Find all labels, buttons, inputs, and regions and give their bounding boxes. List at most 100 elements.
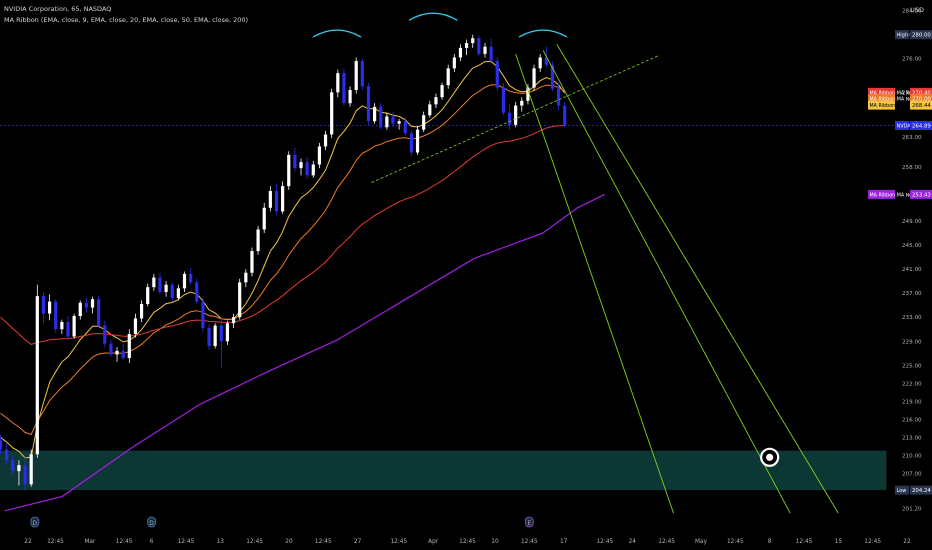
candle-body (152, 277, 156, 288)
x-tick-label: 22 (24, 539, 32, 545)
candle (391, 111, 395, 128)
candle-body (330, 92, 334, 135)
candle (501, 82, 505, 116)
candle (72, 313, 76, 339)
candle (66, 316, 70, 341)
x-tick-label: 12:45 (727, 539, 744, 545)
candle-body (66, 322, 70, 337)
candle-body (434, 97, 438, 105)
price-label-high: High 280.00 (895, 30, 932, 40)
candle (483, 43, 487, 58)
candle-body (250, 251, 254, 273)
event-marker[interactable]: D (147, 516, 157, 528)
candle (201, 297, 205, 332)
candle (262, 202, 266, 234)
y-tick-label: 213.00 (902, 435, 922, 441)
x-tick-label: 12:45 (864, 539, 881, 545)
channel-line (556, 44, 839, 514)
x-tick-label: 12:45 (315, 539, 332, 545)
candle (97, 295, 101, 329)
y-tick-label: 249.00 (902, 219, 922, 225)
candle (250, 247, 254, 277)
x-tick-label: Mar (84, 539, 96, 545)
event-marker[interactable]: E (524, 516, 534, 528)
candle (458, 44, 463, 62)
candle-body (268, 190, 272, 208)
candle-body (84, 302, 88, 308)
candle (195, 278, 199, 304)
event-label: D (149, 520, 154, 527)
candle-body (244, 272, 248, 283)
candle (385, 112, 389, 130)
candle (422, 111, 426, 133)
candle-body (219, 325, 223, 342)
y-tick-label: 225.00 (902, 363, 922, 369)
x-tick-label: 12:45 (390, 539, 407, 545)
event-marker[interactable]: D (30, 516, 40, 528)
candle-body (440, 85, 444, 98)
candle (440, 82, 444, 100)
candle (182, 271, 187, 292)
price-chart[interactable]: DDE284.00280.00276.00270.40263.00258.002… (0, 0, 932, 550)
candle-body (520, 100, 524, 106)
candle-body (464, 43, 469, 48)
candle-body (305, 162, 309, 176)
candle-body (207, 328, 211, 347)
y-tick-label: 258.00 (902, 165, 922, 171)
shoulder-arc (518, 29, 568, 38)
candle-body (97, 299, 101, 326)
candle-body (317, 146, 322, 165)
candle (41, 291, 46, 324)
candle-body (262, 207, 266, 230)
candle (342, 68, 346, 106)
x-tick-label: 12:45 (596, 539, 613, 545)
candle (47, 294, 52, 321)
candle (170, 282, 174, 302)
price-label-name: MA Ribbon:MA №4 (870, 192, 914, 198)
candle (471, 34, 475, 48)
y-tick-label: 276.00 (902, 57, 922, 63)
ma50-line (0, 125, 565, 345)
candle-body (409, 133, 414, 153)
candle-body (274, 190, 279, 212)
event-label: E (527, 520, 531, 527)
candle-body (115, 350, 119, 355)
price-label-name: Low (897, 488, 907, 494)
candle (348, 86, 352, 107)
candle-body (133, 318, 138, 335)
candle-body (397, 121, 401, 124)
candle-body (391, 116, 395, 124)
candle (532, 64, 536, 92)
price-label-name: NVDA (897, 123, 912, 129)
candle-body (176, 288, 180, 298)
x-tick-label: 12:45 (658, 539, 675, 545)
candle (317, 142, 322, 169)
candle-body (11, 460, 15, 472)
ma9-line (0, 60, 566, 459)
price-label-value: 204.24 (912, 488, 931, 494)
candle (84, 297, 88, 313)
candle (219, 318, 223, 368)
candle (538, 53, 542, 72)
candle-body (189, 273, 193, 283)
candle (293, 147, 297, 172)
candle-body (60, 322, 64, 330)
candle (225, 320, 230, 345)
candle-body (336, 73, 340, 93)
candle (238, 278, 242, 320)
candle (103, 320, 107, 348)
price-label-last: NVDA 264.89 (895, 120, 932, 130)
candle (189, 267, 193, 285)
candle (29, 449, 33, 487)
candle (281, 181, 285, 214)
x-tick-label: 12:45 (178, 539, 195, 545)
candle-body (373, 106, 377, 122)
candle-body (514, 105, 518, 125)
candle (287, 151, 291, 190)
candle-body (538, 57, 542, 69)
candle (121, 343, 125, 361)
candle-body (556, 88, 561, 106)
candle-body (501, 87, 505, 113)
candle-body (213, 325, 217, 347)
candle (231, 313, 236, 329)
